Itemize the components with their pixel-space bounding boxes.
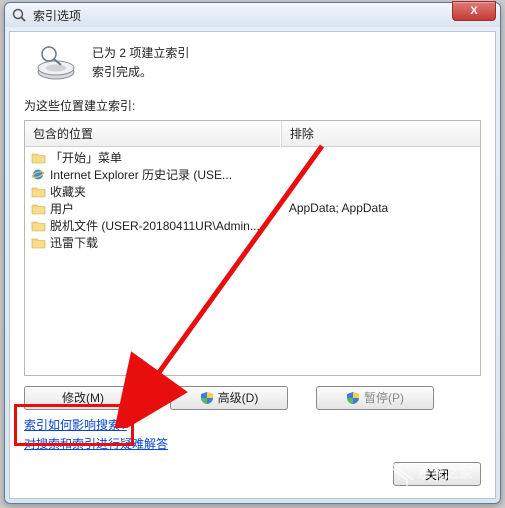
- folder-icon: [31, 202, 46, 215]
- locations-label: 为这些位置建立索引:: [24, 97, 481, 114]
- folder-icon: [31, 151, 46, 164]
- included-header[interactable]: 包含的位置: [25, 121, 280, 147]
- list-item-label: 脱机文件 (USER-20180411UR\Admin...: [50, 217, 260, 234]
- status-state: 索引完成。: [92, 63, 189, 82]
- titlebar[interactable]: 索引选项 X: [5, 3, 500, 27]
- excluded-item: [289, 166, 472, 183]
- list-item[interactable]: Internet Explorer 历史记录 (USE...: [27, 166, 278, 183]
- list-item[interactable]: 用户: [27, 200, 278, 217]
- indexing-options-dialog: 索引选项 X 已为 2 项建立索引 索引完成。 为这些位置建立索引:: [4, 2, 501, 504]
- button-row: 修改(M) 高级(D): [24, 386, 481, 410]
- list-item[interactable]: 收藏夹: [27, 183, 278, 200]
- pause-button[interactable]: 暂停(P): [316, 386, 434, 410]
- link-troubleshoot-search[interactable]: 对搜索和索引进行疑难解答: [24, 435, 481, 454]
- advanced-button[interactable]: 高级(D): [170, 386, 288, 410]
- status-row: 已为 2 项建立索引 索引完成。: [24, 44, 481, 82]
- list-item[interactable]: 脱机文件 (USER-20180411UR\Admin...: [27, 217, 278, 234]
- modify-button[interactable]: 修改(M): [24, 386, 142, 410]
- close-button[interactable]: 关闭: [393, 462, 481, 486]
- modify-label: 修改(M): [62, 389, 104, 406]
- folder-icon: [31, 219, 46, 232]
- excluded-item[interactable]: AppData; AppData: [289, 200, 472, 217]
- list-item-label: 迅雷下载: [50, 234, 98, 251]
- close-label: 关闭: [425, 466, 449, 483]
- excluded-header[interactable]: 排除: [281, 121, 480, 147]
- close-row: 关闭: [24, 454, 481, 486]
- excluded-item: [289, 183, 472, 200]
- list-item-label: Internet Explorer 历史记录 (USE...: [50, 166, 232, 183]
- status-count: 已为 2 项建立索引: [92, 44, 189, 63]
- excluded-column: 排除 AppData; AppData: [280, 121, 480, 375]
- window-title: 索引选项: [33, 7, 81, 24]
- included-column: 包含的位置 「开始」菜单Internet Explorer 历史记录 (USE.…: [25, 121, 280, 375]
- ie-icon: [31, 168, 46, 181]
- list-item-label: 用户: [50, 200, 74, 217]
- excluded-item: [289, 149, 472, 166]
- indexing-disk-icon: [34, 44, 78, 82]
- list-item-label: 收藏夹: [50, 183, 86, 200]
- uac-shield-icon: [200, 391, 214, 405]
- link-how-indexing-affects-search[interactable]: 索引如何影响搜索?: [24, 416, 481, 435]
- folder-icon: [31, 185, 46, 198]
- close-icon: X: [470, 5, 477, 17]
- dialog-content: 已为 2 项建立索引 索引完成。 为这些位置建立索引: 包含的位置 「开始」菜单…: [9, 31, 496, 499]
- app-icon: [11, 7, 27, 23]
- status-text: 已为 2 项建立索引 索引完成。: [92, 44, 189, 82]
- locations-list: 包含的位置 「开始」菜单Internet Explorer 历史记录 (USE.…: [24, 120, 481, 376]
- folder-icon: [31, 236, 46, 249]
- advanced-label: 高级(D): [218, 389, 259, 406]
- list-item[interactable]: 「开始」菜单: [27, 149, 278, 166]
- uac-shield-icon: [346, 391, 360, 405]
- list-item[interactable]: 迅雷下载: [27, 234, 278, 251]
- help-links: 索引如何影响搜索? 对搜索和索引进行疑难解答: [24, 416, 481, 454]
- window-close-button[interactable]: X: [452, 1, 496, 21]
- list-item-label: 「开始」菜单: [50, 149, 122, 166]
- pause-label: 暂停(P): [364, 389, 404, 406]
